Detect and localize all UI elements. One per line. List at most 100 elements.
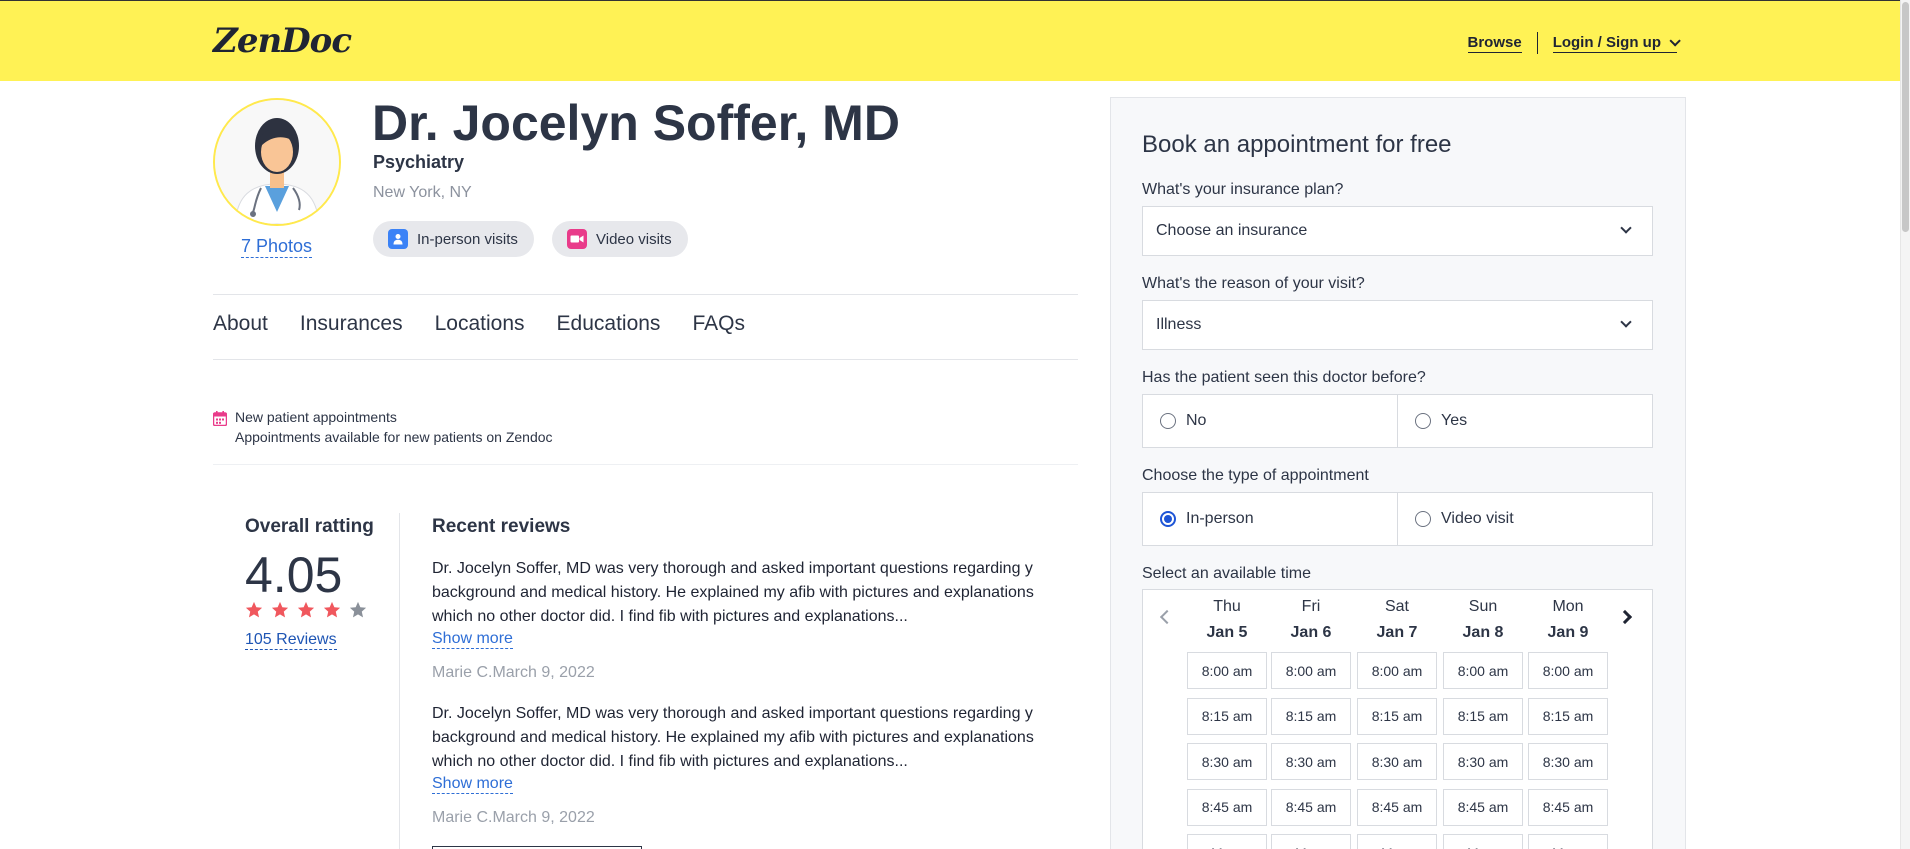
time-slot-button[interactable]: 8:30 am xyxy=(1528,743,1608,780)
video-visits-label: Video visits xyxy=(596,230,672,248)
time-slot-button[interactable]: 8:00 am xyxy=(1187,652,1267,689)
day-header: Mon Jan 9 xyxy=(1528,598,1608,642)
tab-insurances[interactable]: Insurances xyxy=(300,312,403,336)
more-times-button[interactable]: More xyxy=(1271,834,1351,849)
day-date: Jan 7 xyxy=(1376,624,1418,641)
review-date: March 9, 2022 xyxy=(492,664,595,681)
in-person-label: In-person xyxy=(1186,510,1254,527)
nav-divider xyxy=(1536,32,1538,54)
video-visits-badge[interactable]: Video visits xyxy=(552,221,688,257)
tab-educations[interactable]: Educations xyxy=(557,312,661,336)
time-slot-button[interactable]: 8:15 am xyxy=(1443,697,1523,735)
star-empty-icon xyxy=(349,601,367,618)
time-slot-button[interactable]: 8:00 am xyxy=(1528,652,1608,689)
login-signup-dropdown[interactable]: Login / Sign up xyxy=(1552,33,1681,53)
login-signup-label: Login / Sign up xyxy=(1552,33,1661,51)
day-name: Fri xyxy=(1301,598,1321,615)
in-person-visits-badge[interactable]: In-person visits xyxy=(373,221,534,257)
tab-faqs[interactable]: FAQs xyxy=(692,312,745,336)
browse-link[interactable]: Browse xyxy=(1467,34,1522,53)
star-filled-icon xyxy=(245,601,263,618)
time-slot-button[interactable]: 8:30 am xyxy=(1271,743,1351,780)
radio-button[interactable] xyxy=(1415,511,1431,527)
review-text: Dr. Jocelyn Soffer, MD was very thorough… xyxy=(432,560,1034,625)
more-times-button[interactable]: More xyxy=(1443,834,1523,849)
available-time-question: Select an available time xyxy=(1142,565,1311,582)
photos-link[interactable]: 7 Photos xyxy=(241,236,313,258)
star-filled-icon xyxy=(297,601,315,618)
reason-select[interactable]: Illness xyxy=(1142,300,1653,350)
appointment-type-question: Choose the type of appointment xyxy=(1142,467,1369,484)
seen-no-option[interactable]: No xyxy=(1143,395,1397,447)
seen-yes-label: Yes xyxy=(1441,412,1468,429)
booking-title: Book an appointment for free xyxy=(1142,131,1452,158)
more-times-button[interactable]: More xyxy=(1357,834,1437,849)
tabs-top-divider xyxy=(213,294,1078,295)
show-more-link[interactable]: Show more xyxy=(432,630,513,649)
time-slot-button[interactable]: 8:00 am xyxy=(1271,652,1351,689)
time-slot-button[interactable]: 8:45 am xyxy=(1528,788,1608,826)
time-slot-button[interactable]: 8:45 am xyxy=(1357,788,1437,826)
review-author: Marie C. xyxy=(432,664,493,681)
tab-locations[interactable]: Locations xyxy=(435,312,525,336)
doctor-location: New York, NY xyxy=(373,184,472,201)
day-date: Jan 5 xyxy=(1206,624,1248,641)
new-patient-subtitle: Appointments available for new patients … xyxy=(235,429,553,445)
reviews-count-link[interactable]: 105 Reviews xyxy=(245,631,337,650)
star-filled-icon xyxy=(271,601,289,618)
time-slot-button[interactable]: 8:30 am xyxy=(1443,743,1523,780)
review-date: March 9, 2022 xyxy=(492,809,595,826)
doctor-avatar[interactable] xyxy=(213,98,341,226)
doctor-specialty: Psychiatry xyxy=(373,152,465,172)
time-slot-button[interactable]: 8:15 am xyxy=(1528,697,1608,735)
time-slot-button[interactable]: 8:00 am xyxy=(1357,652,1437,689)
reason-select-value: Illness xyxy=(1156,316,1202,333)
day-name: Sun xyxy=(1468,598,1498,615)
video-visit-label: Video visit xyxy=(1441,510,1514,527)
overall-rating-title: Overall ratting xyxy=(245,516,374,537)
time-slot-button[interactable]: 8:30 am xyxy=(1357,743,1437,780)
seen-before-radio-group: No Yes xyxy=(1142,394,1653,448)
in-person-option[interactable]: In-person xyxy=(1143,493,1397,545)
review-author: Marie C. xyxy=(432,809,493,826)
tabs-bottom-divider xyxy=(213,359,1078,360)
doctor-illustration xyxy=(215,100,339,224)
show-more-link[interactable]: Show more xyxy=(432,775,513,794)
radio-button-checked[interactable] xyxy=(1160,511,1176,527)
rating-divider xyxy=(399,513,400,849)
in-person-visits-label: In-person visits xyxy=(417,230,518,248)
zendoc-logo[interactable]: ZenDoc xyxy=(213,21,352,61)
time-slot-button[interactable]: 8:30 am xyxy=(1187,743,1267,780)
more-times-button[interactable]: More xyxy=(1528,834,1608,849)
time-slot-button[interactable]: 8:45 am xyxy=(1271,788,1351,826)
time-slot-button[interactable]: 8:15 am xyxy=(1271,697,1351,735)
time-slot-button[interactable]: 8:45 am xyxy=(1443,788,1523,826)
time-slot-button[interactable]: 8:45 am xyxy=(1187,788,1267,826)
time-slot-button[interactable]: 8:15 am xyxy=(1187,697,1267,735)
video-visit-option[interactable]: Video visit xyxy=(1397,493,1652,545)
review-text: Dr. Jocelyn Soffer, MD was very thorough… xyxy=(432,705,1034,770)
overall-rating-value: 4.05 xyxy=(245,547,343,603)
more-times-button[interactable]: More xyxy=(1187,834,1267,849)
radio-button[interactable] xyxy=(1415,413,1431,429)
time-slot-button[interactable]: 8:15 am xyxy=(1357,697,1437,735)
scrollbar-thumb[interactable] xyxy=(1902,2,1909,232)
rating-stars xyxy=(245,601,367,619)
radio-button[interactable] xyxy=(1160,413,1176,429)
time-slot-button[interactable]: 8:00 am xyxy=(1443,652,1523,689)
seen-yes-option[interactable]: Yes xyxy=(1397,395,1652,447)
appointment-type-radio-group: In-person Video visit xyxy=(1142,492,1653,546)
day-header: Sat Jan 7 xyxy=(1357,598,1437,642)
profile-tabs: About Insurances Locations Educations FA… xyxy=(213,312,745,336)
page-scrollbar[interactable] xyxy=(1900,0,1910,849)
star-filled-icon xyxy=(323,601,341,618)
day-header: Fri Jan 6 xyxy=(1271,598,1351,642)
day-date: Jan 6 xyxy=(1290,624,1332,641)
insurance-select[interactable]: Choose an insurance xyxy=(1142,206,1653,256)
recent-reviews-title: Recent reviews xyxy=(432,516,571,537)
day-date: Jan 9 xyxy=(1547,624,1589,641)
reason-question: What's the reason of your visit? xyxy=(1142,275,1365,292)
header-nav: Browse Login / Sign up xyxy=(1467,32,1681,54)
new-patient-title: New patient appointments xyxy=(235,409,397,425)
tab-about[interactable]: About xyxy=(213,312,268,336)
